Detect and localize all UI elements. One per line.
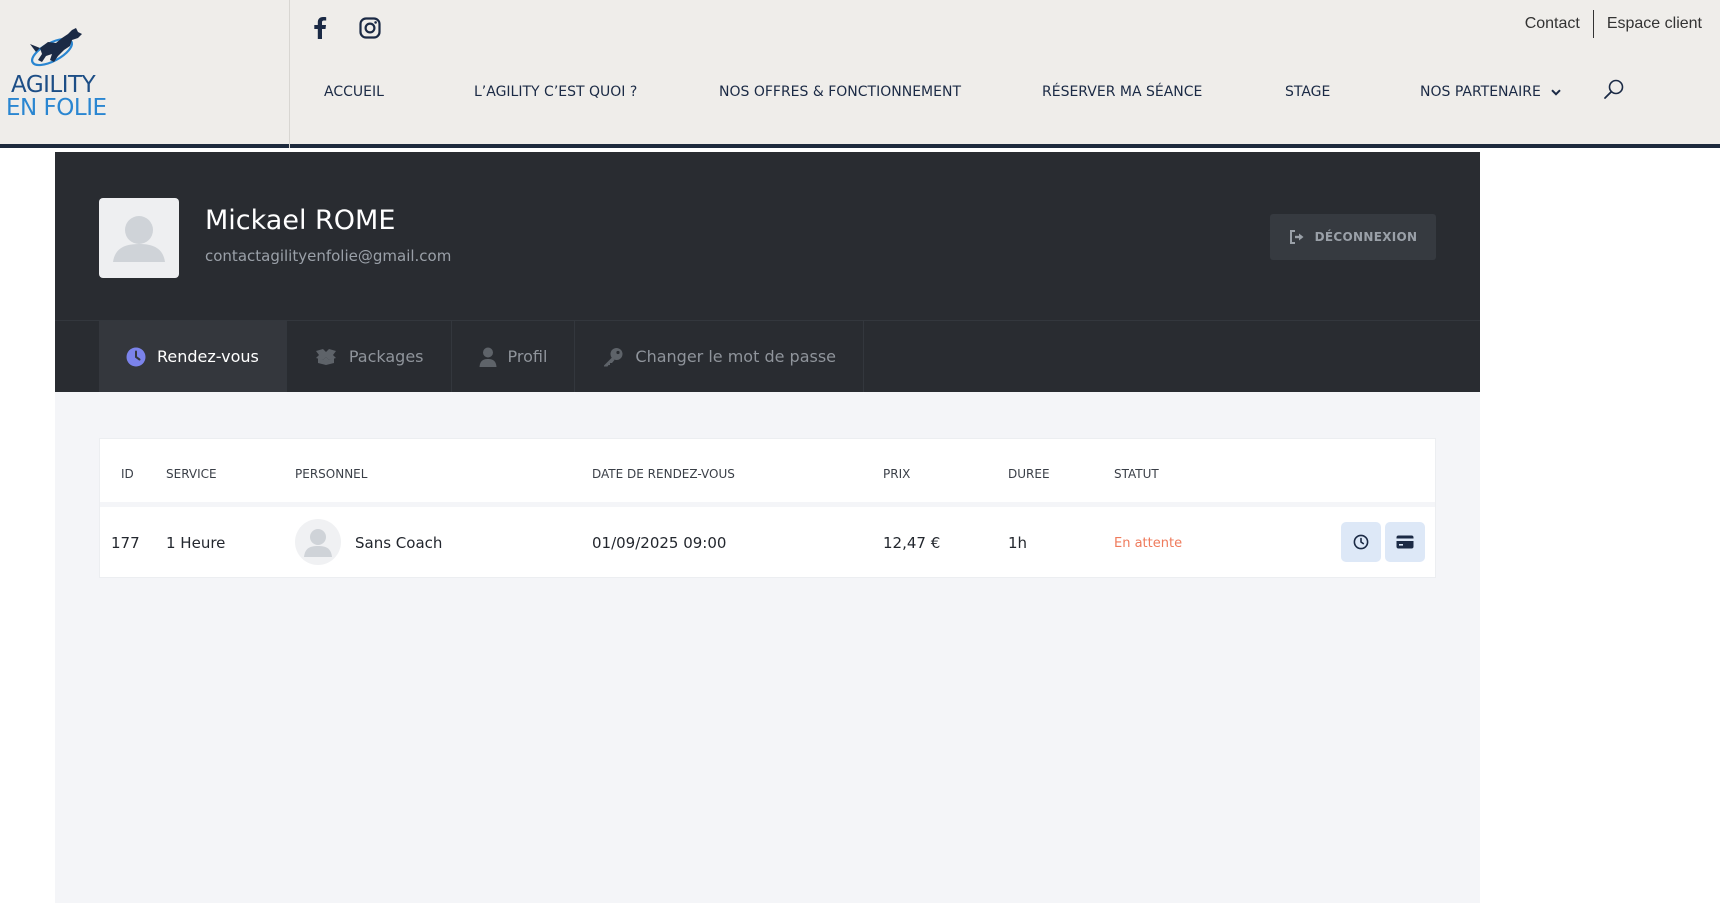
tab-rendez-vous-label: Rendez-vous — [157, 347, 259, 366]
cell-price: 12,47 € — [883, 534, 941, 552]
clock-icon — [1353, 534, 1369, 550]
credit-card-icon — [1396, 535, 1414, 549]
chevron-down-icon — [1551, 88, 1561, 96]
nav-item-stage[interactable]: STAGE — [1285, 84, 1330, 104]
top-links: Contact Espace client — [1525, 10, 1702, 38]
nav-item-accueil[interactable]: ACCUEIL — [324, 84, 384, 104]
logo-text-en-folie: EN FOLIE — [6, 95, 107, 121]
client-area-link[interactable]: Espace client — [1607, 15, 1702, 33]
column-header-status: STATUT — [1114, 467, 1159, 481]
column-header-price: PRIX — [883, 467, 911, 481]
cell-staff: Sans Coach — [355, 534, 443, 552]
column-header-staff: PERSONNEL — [295, 467, 368, 481]
reschedule-button[interactable] — [1341, 522, 1381, 562]
nav-item-reserver[interactable]: RÉSERVER MA SÉANCE — [1042, 84, 1202, 104]
tab-profil[interactable]: Profil — [452, 321, 576, 392]
pay-button[interactable] — [1385, 522, 1425, 562]
tab-packages[interactable]: Packages — [287, 321, 452, 392]
contact-link[interactable]: Contact — [1525, 15, 1580, 33]
site-header: AGILITY EN FOLIE Contact Espace client A… — [0, 0, 1720, 148]
search-button[interactable] — [1602, 78, 1626, 102]
site-logo[interactable]: AGILITY EN FOLIE — [6, 22, 107, 122]
dog-silhouette-icon — [30, 28, 82, 67]
box-icon — [315, 348, 336, 365]
cell-duration: 1h — [1008, 534, 1028, 552]
instagram-link[interactable] — [356, 14, 384, 42]
search-icon — [1604, 79, 1624, 99]
column-header-date: DATE DE RENDEZ-VOUS — [592, 467, 735, 481]
cell-id: 177 — [111, 534, 140, 552]
tab-profil-label: Profil — [507, 347, 548, 366]
account-tabs: Rendez-vous Packages Profil Changer le m… — [99, 321, 865, 392]
column-header-service: SERVICE — [166, 467, 217, 481]
nav-item-partenaires-label: NOS PARTENAIRE — [1420, 84, 1541, 100]
key-icon — [604, 347, 623, 366]
column-header-id: ID — [121, 467, 134, 481]
table-row: 177 1 Heure Sans Coach 01/09/2025 09:00 … — [100, 507, 1435, 578]
cell-service: 1 Heure — [166, 534, 226, 552]
tab-change-password[interactable]: Changer le mot de passe — [575, 321, 865, 392]
cell-status: En attente — [1114, 536, 1183, 551]
logo-cell: AGILITY EN FOLIE — [0, 0, 290, 148]
nav-item-partenaires[interactable]: NOS PARTENAIRE — [1420, 84, 1561, 104]
tab-packages-label: Packages — [348, 347, 424, 366]
facebook-link[interactable] — [306, 14, 334, 42]
user-name: Mickael ROME — [205, 205, 396, 236]
logout-icon — [1289, 230, 1304, 244]
nav-item-offres[interactable]: NOS OFFRES & FONCTIONNEMENT — [719, 84, 961, 104]
user-email: contactagilityenfolie@gmail.com — [205, 247, 452, 265]
user-placeholder-icon — [304, 529, 332, 557]
user-icon — [479, 347, 497, 367]
staff-avatar — [295, 519, 341, 565]
appointments-content: ID SERVICE PERSONNEL DATE DE RENDEZ-VOUS… — [55, 392, 1480, 903]
user-avatar — [99, 198, 179, 278]
cell-date: 01/09/2025 09:00 — [592, 534, 727, 552]
profile-panel: Mickael ROME contactagilityenfolie@gmail… — [55, 152, 1480, 392]
tab-rendez-vous[interactable]: Rendez-vous — [99, 321, 287, 392]
logout-button[interactable]: DÉCONNEXION — [1270, 214, 1436, 260]
tab-change-password-label: Changer le mot de passe — [635, 347, 837, 366]
logout-label: DÉCONNEXION — [1314, 230, 1418, 244]
table-header: ID SERVICE PERSONNEL DATE DE RENDEZ-VOUS… — [100, 439, 1435, 507]
top-links-divider — [1592, 10, 1594, 38]
column-header-duration: DUREE — [1008, 467, 1050, 481]
facebook-icon — [314, 17, 327, 39]
user-placeholder-icon — [113, 216, 165, 262]
instagram-icon — [359, 17, 381, 39]
nav-item-agility-quoi[interactable]: L’AGILITY C’EST QUOI ? — [474, 84, 637, 104]
clock-icon — [126, 347, 146, 366]
appointments-table: ID SERVICE PERSONNEL DATE DE RENDEZ-VOUS… — [99, 438, 1436, 578]
